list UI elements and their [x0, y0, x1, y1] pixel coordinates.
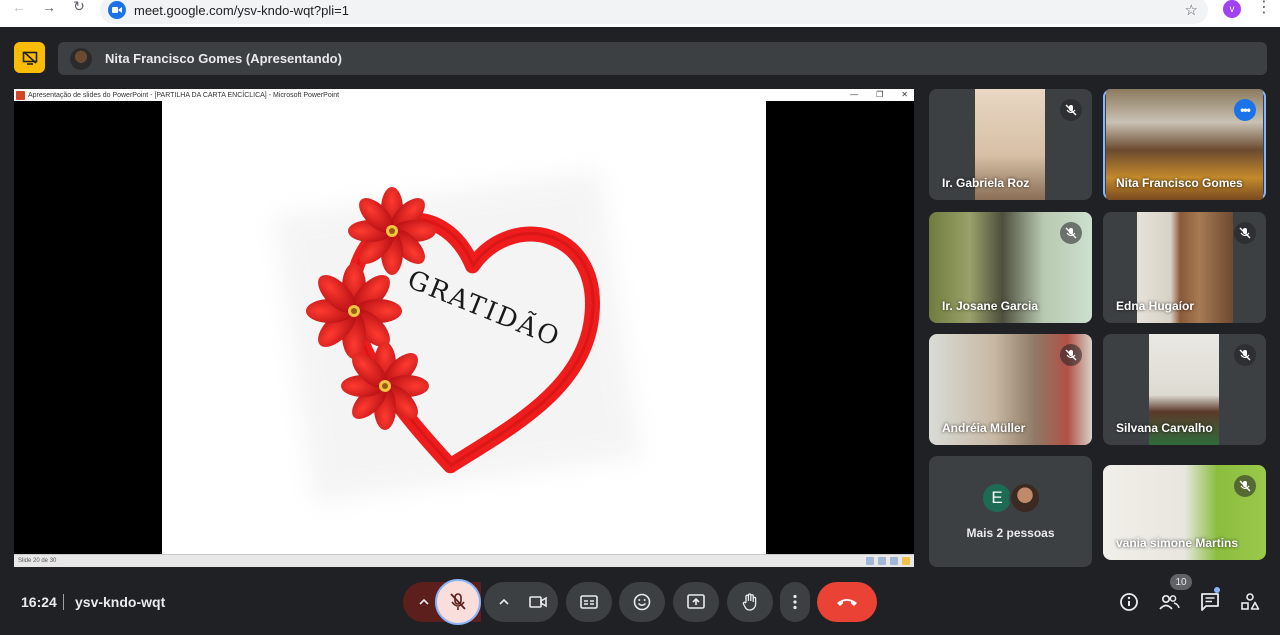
hand-icon	[742, 593, 757, 611]
powerpoint-window-title: Apresentação de slides do PowerPoint - […	[28, 91, 340, 99]
participant-tile[interactable]: vania simone Martins	[1103, 465, 1266, 560]
mic-off-icon	[1060, 99, 1082, 121]
more-options-button[interactable]	[780, 582, 810, 622]
forward-icon[interactable]: →	[34, 0, 64, 20]
captions-button[interactable]	[566, 582, 612, 622]
mic-off-icon	[1234, 344, 1256, 366]
activities-icon[interactable]	[1238, 590, 1262, 614]
participant-name: Nita Francisco Gomes	[1116, 176, 1243, 190]
powerpoint-icon	[16, 90, 25, 100]
meet-site-icon	[108, 1, 126, 19]
restore-icon: ❐	[876, 90, 884, 99]
microphone-toggle-button[interactable]	[435, 579, 481, 625]
raise-hand-button[interactable]	[727, 582, 773, 622]
presentation-indicator-icon[interactable]	[14, 42, 45, 73]
closed-captions-icon	[580, 595, 598, 609]
call-end-icon	[837, 599, 857, 606]
participant-tile[interactable]: Edna Hugaíor	[1103, 212, 1266, 323]
powerpoint-statusbar: Slide 20 de 30	[14, 554, 914, 567]
participant-avatar	[1009, 482, 1041, 514]
reload-icon[interactable]: ↻	[64, 0, 94, 20]
more-vert-icon	[793, 594, 797, 610]
mic-off-icon	[450, 593, 466, 610]
people-icon[interactable]	[1157, 590, 1181, 614]
present-now-button[interactable]	[673, 582, 719, 622]
mic-off-icon	[1060, 344, 1082, 366]
gratitude-heart-graphic: GRATIDÃO	[273, 170, 641, 504]
meeting-clock: 16:24	[21, 594, 57, 610]
profile-avatar[interactable]: v	[1223, 0, 1241, 18]
normal-view-icon	[866, 557, 874, 565]
participant-tile[interactable]: ••• Nita Francisco Gomes	[1103, 89, 1266, 200]
participant-name: vania simone Martins	[1116, 536, 1239, 550]
meeting-details-icon[interactable]	[1117, 590, 1141, 614]
meeting-code: ysv-kndo-wqt	[75, 594, 166, 610]
flower-bottom	[341, 342, 429, 430]
shared-screen: Apresentação de slides do PowerPoint - […	[14, 89, 914, 567]
flower-top	[348, 187, 436, 275]
participant-name: Andréia Müller	[942, 421, 1026, 435]
more-options-icon[interactable]: •••	[1234, 99, 1256, 121]
chat-notification-dot	[1214, 587, 1220, 593]
participant-name: Silvana Carvalho	[1116, 421, 1213, 435]
minimize-icon: —	[850, 90, 859, 99]
divider	[63, 594, 64, 610]
powerpoint-titlebar: Apresentação de slides do PowerPoint - […	[14, 89, 914, 101]
slideshow-view-icon	[902, 557, 910, 565]
participant-name: Edna Hugaíor	[1116, 299, 1195, 313]
videocam-icon	[529, 596, 547, 608]
camera-toggle-button[interactable]	[516, 582, 560, 622]
participant-tile[interactable]: Silvana Carvalho	[1103, 334, 1266, 445]
mic-off-icon	[1234, 222, 1256, 244]
presenter-label: Nita Francisco Gomes (Apresentando)	[105, 51, 342, 66]
back-icon[interactable]: ←	[4, 0, 34, 20]
browser-menu-icon[interactable]: ⋮	[1256, 0, 1272, 16]
leave-call-button[interactable]	[817, 582, 877, 622]
participant-tile[interactable]: Ir. Gabriela Roz	[929, 89, 1092, 200]
reading-view-icon	[890, 557, 898, 565]
more-participants-tile[interactable]: E Mais 2 pessoas	[929, 456, 1092, 567]
slide-counter: Slide 20 de 30	[18, 558, 57, 564]
presenter-banner: Nita Francisco Gomes (Apresentando)	[58, 42, 1267, 75]
more-participants-label: Mais 2 pessoas	[966, 526, 1055, 540]
emoji-icon	[633, 593, 651, 611]
chat-icon[interactable]	[1198, 590, 1222, 614]
mic-off-icon	[1060, 222, 1082, 244]
participant-name: Ir. Gabriela Roz	[942, 176, 1030, 190]
close-icon: ✕	[901, 90, 908, 99]
url-text: meet.google.com/ysv-kndo-wqt?pli=1	[134, 2, 349, 18]
presenter-avatar	[70, 47, 92, 70]
mic-off-icon	[1234, 475, 1256, 497]
sorter-view-icon	[878, 557, 886, 565]
present-screen-icon	[687, 594, 705, 609]
participant-count-badge: 10	[1170, 574, 1192, 590]
slide-canvas: GRATIDÃO	[162, 101, 766, 554]
bookmark-star-icon[interactable]: ☆	[1185, 1, 1198, 19]
participant-tile[interactable]: Ir. Josane Garcia	[929, 212, 1092, 323]
meeting-controls-bar: 16:24 ysv-kndo-wqt 10	[0, 574, 1280, 635]
reactions-button[interactable]	[619, 582, 665, 622]
browser-toolbar: ← → ↻ meet.google.com/ysv-kndo-wqt?pli=1…	[0, 0, 1280, 27]
participant-name: Ir. Josane Garcia	[942, 299, 1039, 313]
participant-tile[interactable]: Andréia Müller	[929, 334, 1092, 445]
address-bar[interactable]: meet.google.com/ysv-kndo-wqt?pli=1 ☆	[100, 0, 1208, 24]
